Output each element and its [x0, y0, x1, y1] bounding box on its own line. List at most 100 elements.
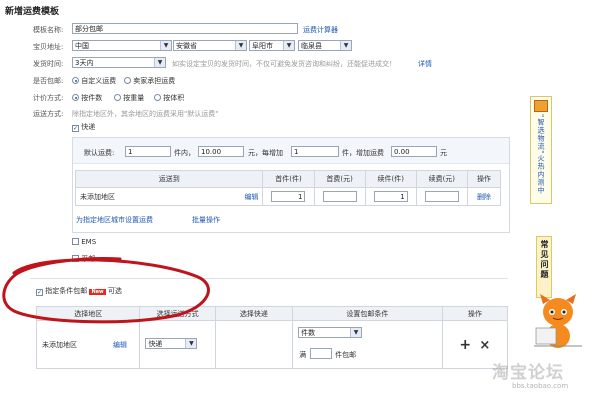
express-cell — [214, 320, 294, 369]
free-option-seller[interactable]: 卖家承担运费 — [124, 76, 175, 86]
watermark-text: 淘宝论坛 — [492, 363, 564, 383]
express-checkbox[interactable]: ✓ 快递 — [72, 122, 95, 132]
header-set-condition: 设置包邮条件 — [292, 306, 443, 321]
delete-row-link[interactable]: 删除 — [477, 193, 491, 201]
next-qty-input[interactable]: 1 — [373, 191, 408, 202]
next-fee-cell — [415, 187, 468, 206]
ship-time-value: 3天内 — [75, 59, 94, 67]
radio-icon — [154, 94, 161, 101]
calc-option-weight[interactable]: 按重量 — [114, 93, 144, 103]
checkbox-icon — [72, 238, 79, 245]
add-icon[interactable]: + — [459, 337, 471, 353]
header-action: 操作 — [466, 170, 502, 188]
county-value: 临泉县 — [301, 42, 322, 50]
address-label: 宝贝地址: — [33, 43, 64, 51]
header-next-fee: 续费(元) — [415, 170, 468, 188]
condition-select[interactable]: 件数 ▼ — [298, 327, 363, 338]
header-destination: 运送到 — [74, 170, 264, 188]
free-shipping-label: 是否包邮: — [33, 77, 64, 85]
first-qty-input[interactable]: 1 — [271, 191, 306, 202]
header-first-qty: 首件(件) — [262, 170, 315, 188]
county-select[interactable]: 临泉县 ▼ — [298, 40, 352, 51]
province-select[interactable]: 安徽省 ▼ — [173, 40, 247, 51]
condition-value: 件数 — [301, 329, 316, 337]
condition-cell: 件数 ▼ 满 件包邮 — [292, 320, 443, 369]
calc-option-volume[interactable]: 按体积 — [154, 93, 184, 103]
checkmark-icon: ✓ — [72, 125, 79, 132]
chevron-down-icon: ▼ — [340, 41, 351, 50]
chevron-down-icon: ▼ — [185, 339, 197, 348]
default-fee-input[interactable]: 10.00 — [198, 146, 244, 157]
method-value: 快递 — [148, 340, 163, 348]
default-qty-input[interactable]: 1 — [125, 146, 171, 157]
country-select[interactable]: 中国 ▼ — [72, 40, 172, 51]
express-label: 快递 — [81, 123, 96, 131]
express-table-header-row: 运送到 首件(件) 首费(元) 续件(件) 续费(元) 操作 — [74, 170, 502, 188]
delete-icon[interactable]: × — [479, 338, 490, 353]
calculator-link[interactable]: 运费计算器 — [303, 25, 338, 35]
edit-region-link[interactable]: 编辑 — [244, 192, 258, 202]
header-select-express: 选择快递 — [214, 306, 294, 321]
action-cell: 删除 — [466, 187, 502, 206]
province-value: 安徽省 — [176, 42, 197, 50]
chevron-down-icon: ▼ — [160, 41, 171, 50]
ship-time-select[interactable]: 3天内 ▼ — [72, 57, 166, 68]
smart-logistics-text: "智选物流"火热内测中 — [537, 114, 545, 195]
full-qty-input[interactable] — [310, 348, 333, 359]
ems-checkbox[interactable]: EMS — [72, 238, 96, 246]
header-next-qty: 续件(件) — [364, 170, 417, 188]
free-option-custom-label: 自定义运费 — [81, 77, 117, 85]
first-fee-input[interactable] — [322, 191, 357, 202]
ship-time-hint: 如实设定宝贝的发货时间，不仅可避免发货咨询和纠纷，还能促进成交！ — [172, 60, 396, 68]
calc-option-weight-label: 按重量 — [123, 94, 145, 102]
method-cell: 快递 ▼ — [139, 320, 216, 369]
calc-option-count[interactable]: 按件数 — [72, 93, 102, 103]
city-select[interactable]: 阜阳市 ▼ — [249, 40, 295, 51]
country-value: 中国 — [75, 42, 89, 50]
first-qty-cell: 1 — [262, 187, 315, 206]
full-suffix: 件包邮 — [335, 351, 357, 359]
mascot-icon — [534, 294, 582, 348]
region-text: 未添加地区 — [80, 192, 115, 201]
add-fee-input[interactable]: 0.00 — [391, 146, 437, 157]
free-option-seller-label: 卖家承担运费 — [133, 77, 176, 85]
ship-method-label: 运送方式: — [33, 110, 64, 118]
calc-option-count-label: 按件数 — [81, 94, 103, 102]
header-first-fee: 首费(元) — [313, 170, 366, 188]
faq-text: 常见问题 — [540, 240, 549, 280]
radio-icon — [124, 77, 131, 84]
city-value: 阜阳市 — [252, 42, 273, 50]
smart-logistics-tab[interactable]: "智选物流"火热内测中 — [530, 96, 552, 204]
add-unit-text: 件，增加运费 — [342, 149, 384, 157]
page-title: 新增运费模板 — [5, 7, 60, 17]
ems-label: EMS — [81, 238, 97, 246]
method-select[interactable]: 快递 ▼ — [145, 338, 198, 349]
radio-icon — [72, 77, 79, 84]
express-fee-table: 运送到 首件(件) 首费(元) 续件(件) 续费(元) 操作 未添加地区 编辑 … — [74, 170, 502, 206]
region-cell: 未添加地区 编辑 — [35, 320, 141, 369]
add-qty-input[interactable]: 1 — [291, 146, 339, 157]
watermark-url: bbs.taobao.com — [512, 382, 569, 390]
template-name-label: 模板名称: — [33, 26, 64, 34]
truck-icon — [534, 100, 548, 112]
chevron-down-icon: ▼ — [350, 328, 362, 337]
chevron-down-icon: ▼ — [283, 41, 294, 50]
radio-icon — [72, 94, 79, 101]
add-yuan-text: 元 — [440, 149, 447, 157]
set-region-fee-link[interactable]: 为指定地区城市设置运费 — [76, 215, 153, 225]
first-fee-cell — [313, 187, 366, 206]
template-name-input[interactable]: 部分包邮 — [72, 23, 298, 34]
radio-icon — [114, 94, 121, 101]
ship-time-detail-link[interactable]: 详情 — [418, 59, 432, 69]
free-option-custom[interactable]: 自定义运费 — [72, 76, 116, 86]
faq-tab[interactable]: 常见问题 — [536, 236, 552, 298]
region-text: 未添加地区 — [42, 340, 77, 349]
fee-text: 元，每增加 — [248, 149, 283, 157]
next-fee-input[interactable] — [424, 191, 459, 202]
next-qty-cell: 1 — [364, 187, 417, 206]
batch-operation-link[interactable]: 批量操作 — [192, 215, 220, 225]
chevron-down-icon: ▼ — [154, 58, 165, 67]
ship-time-label: 发货时间: — [33, 60, 64, 68]
default-fee-label: 默认运费: — [84, 149, 115, 157]
edit-region-link[interactable]: 编辑 — [113, 340, 127, 350]
